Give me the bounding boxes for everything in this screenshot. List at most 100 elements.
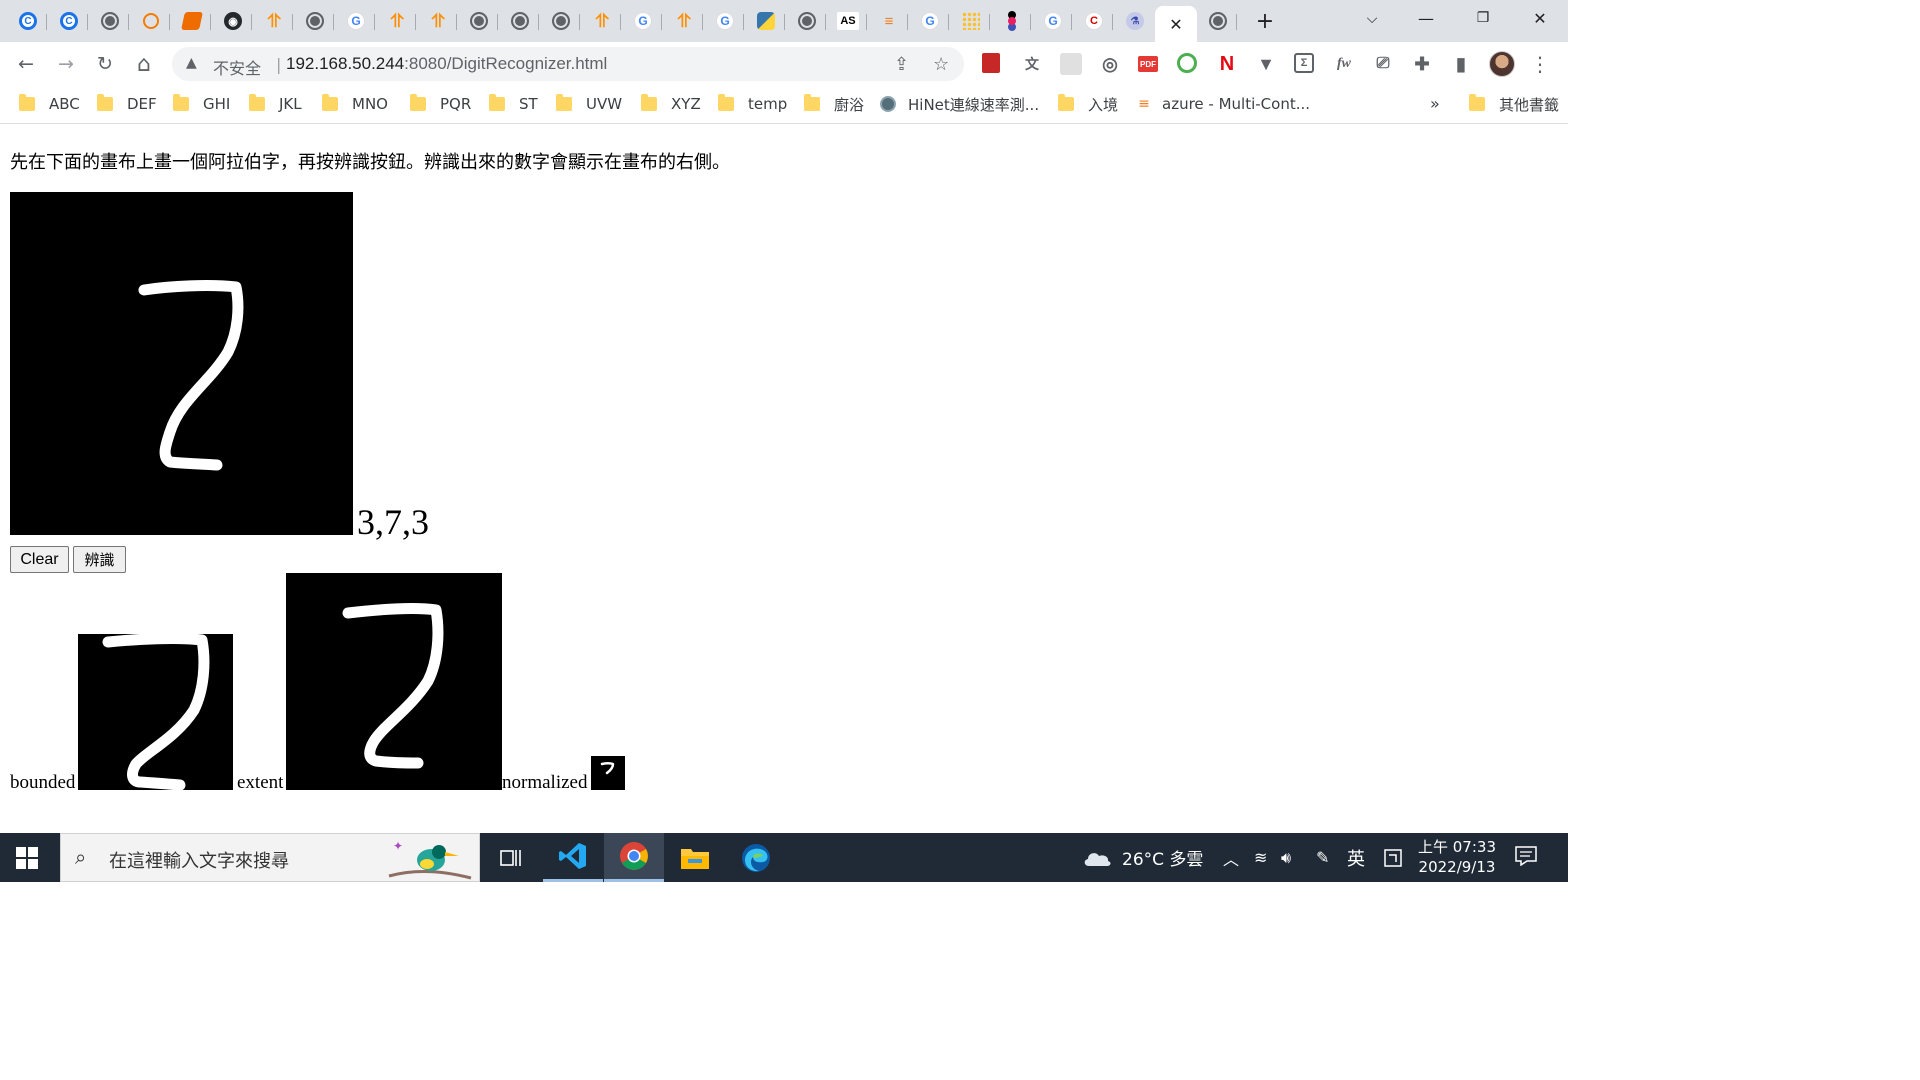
v-extension-icon[interactable]: ▼ (1255, 53, 1277, 75)
pdf-extension-icon[interactable]: PDF (1138, 56, 1158, 72)
browser-tab-dots[interactable] (952, 6, 990, 36)
browser-tab-orange-book[interactable] (173, 6, 211, 36)
ime-indicator[interactable]: 英 (1347, 833, 1365, 882)
restore-button[interactable]: ❐ (1455, 0, 1511, 36)
browser-tab-tensorflow[interactable]: ⥣ (665, 6, 703, 36)
bookmark-item[interactable]: XYZ (641, 94, 701, 114)
browser-tab-google[interactable]: G (1034, 6, 1072, 36)
edge-icon[interactable] (726, 833, 786, 882)
ime-mode-icon[interactable] (1384, 833, 1402, 882)
other-bookmarks-folder[interactable]: 其他書籤 (1469, 94, 1559, 114)
task-view-icon[interactable] (481, 833, 541, 882)
bookmark-item[interactable]: MNO (322, 94, 388, 114)
close-tab-icon[interactable]: ✕ (1169, 15, 1182, 34)
gray-extension-icon[interactable] (1060, 53, 1082, 75)
browser-tab-flask[interactable]: ⚗ (1116, 6, 1154, 36)
profile-avatar[interactable] (1489, 51, 1515, 77)
recognize-button[interactable]: 辨識 (73, 546, 126, 573)
browser-tab-github[interactable]: ◉ (214, 6, 252, 36)
browser-tab-orange-ring[interactable] (132, 6, 170, 36)
browser-tab-chrome-c[interactable]: C (9, 6, 47, 36)
browser-tab-globe[interactable] (91, 6, 129, 36)
side-panel-icon[interactable]: ▮ (1450, 53, 1472, 75)
bookmark-item[interactable]: 廚浴 (804, 94, 864, 114)
browser-tab-globe[interactable] (501, 6, 539, 36)
share-icon[interactable]: ⇪ (894, 54, 909, 75)
tab-search-chevron-icon[interactable]: ⌵ (1362, 8, 1382, 30)
reload-button[interactable]: ↻ (91, 50, 119, 78)
bookmark-item[interactable]: ST (489, 94, 538, 114)
address-bar[interactable]: ▲ 不安全 | 192.168.50.244:8080/DigitRecogni… (172, 47, 964, 81)
browser-tab-google[interactable]: G (337, 6, 375, 36)
notification-center-icon[interactable] (1515, 846, 1539, 868)
file-explorer-icon[interactable] (665, 833, 725, 882)
bookmark-item[interactable]: 入境 (1058, 94, 1118, 114)
browser-tab-google[interactable]: G (624, 6, 662, 36)
bookmark-item[interactable]: temp (718, 94, 787, 114)
bookmark-item[interactable]: GHI (173, 94, 230, 114)
back-button[interactable]: ← (12, 50, 40, 78)
clear-button[interactable]: Clear (10, 546, 69, 573)
tensorflow-icon: ⥣ (677, 10, 691, 31)
bookmark-item[interactable]: HiNet連線速率測... (880, 94, 1039, 114)
bookmark-extension-icon[interactable] (982, 53, 1000, 73)
translate-extension-icon[interactable]: 文 (1021, 53, 1043, 75)
sigma-extension-icon[interactable]: Σ (1294, 53, 1314, 73)
system-clock[interactable]: 上午 07:33 2022/9/13 (1418, 837, 1496, 877)
browser-tab-globe[interactable] (1199, 6, 1237, 36)
browser-tab-tensorflow[interactable]: ⥣ (419, 6, 457, 36)
pen-icon[interactable]: ✎ (1316, 833, 1329, 882)
network-wifi-icon[interactable]: ≋ (1254, 833, 1267, 882)
chrome-menu-button[interactable]: ⋮ (1526, 50, 1554, 78)
tab-divider (46, 14, 47, 30)
home-button[interactable]: ⌂ (130, 50, 158, 78)
url-text[interactable]: 192.168.50.244:8080/DigitRecognizer.html (286, 54, 607, 74)
browser-tab-google[interactable]: G (911, 6, 949, 36)
taskbar-search-box[interactable]: ⌕ 在這裡輸入文字來搜尋 ✦ (60, 833, 480, 882)
bookmark-item[interactable]: DEF (97, 94, 157, 114)
chrome-taskbar-icon[interactable] (604, 833, 664, 882)
bookmark-item[interactable]: ≡ azure - Multi-Cont... (1136, 94, 1310, 114)
tray-overflow-chevron-icon[interactable]: ︿ (1223, 833, 1239, 882)
browser-tab-stackoverflow[interactable]: ≡ (870, 6, 908, 36)
new-tab-button[interactable]: + (1252, 8, 1278, 34)
fw-extension-icon[interactable]: fw (1333, 53, 1355, 75)
camera-extension-icon[interactable]: ◎ (1099, 53, 1121, 75)
not-secure-label[interactable]: 不安全 (213, 55, 261, 79)
drawing-canvas[interactable] (10, 192, 353, 535)
bookmark-item[interactable]: PQR (410, 94, 471, 114)
start-windows-icon[interactable] (16, 847, 38, 869)
tab-divider (456, 14, 457, 30)
browser-tab-close[interactable]: ✕ (1155, 6, 1197, 42)
close-window-button[interactable]: ✕ (1512, 0, 1568, 36)
browser-tab-pin[interactable] (993, 6, 1031, 36)
browser-tab-chrome-c[interactable]: C (50, 6, 88, 36)
bookmark-star-icon[interactable]: ☆ (933, 54, 949, 75)
browser-tab-tensorflow[interactable]: ⥣ (583, 6, 621, 36)
browser-tab-python[interactable] (747, 6, 785, 36)
bookmark-item[interactable]: ABC (19, 94, 80, 114)
forward-button[interactable]: → (52, 50, 80, 78)
browser-tab-as[interactable]: AS (829, 6, 867, 36)
browser-tab-red-c[interactable]: C (1075, 6, 1113, 36)
browser-tab-globe[interactable] (460, 6, 498, 36)
not-secure-icon[interactable]: ▲ (186, 55, 197, 71)
bookmark-label: PQR (440, 95, 472, 113)
browser-tab-tensorflow[interactable]: ⥣ (255, 6, 293, 36)
browser-tab-globe-crossed[interactable] (788, 6, 826, 36)
browser-tab-globe[interactable] (296, 6, 334, 36)
browser-tab-globe[interactable] (542, 6, 580, 36)
green-circle-extension-icon[interactable] (1177, 53, 1197, 73)
bookmarks-overflow-button[interactable]: » (1430, 94, 1440, 113)
bookmark-item[interactable]: JKL (249, 94, 302, 114)
netflix-extension-icon[interactable]: N (1216, 53, 1238, 75)
bookmark-item[interactable]: UVW (556, 94, 622, 114)
browser-tab-tensorflow[interactable]: ⥣ (378, 6, 416, 36)
minimize-button[interactable]: — (1398, 0, 1454, 36)
browser-tab-google[interactable]: G (706, 6, 744, 36)
extensions-puzzle-icon[interactable]: ✚ (1411, 53, 1433, 75)
volume-icon[interactable]: 🔊︎ (1281, 833, 1291, 882)
cast-icon[interactable]: ⎚ (1372, 53, 1394, 75)
vscode-icon[interactable] (543, 833, 603, 882)
weather-widget[interactable]: 26°C 多雲 (1082, 833, 1203, 882)
